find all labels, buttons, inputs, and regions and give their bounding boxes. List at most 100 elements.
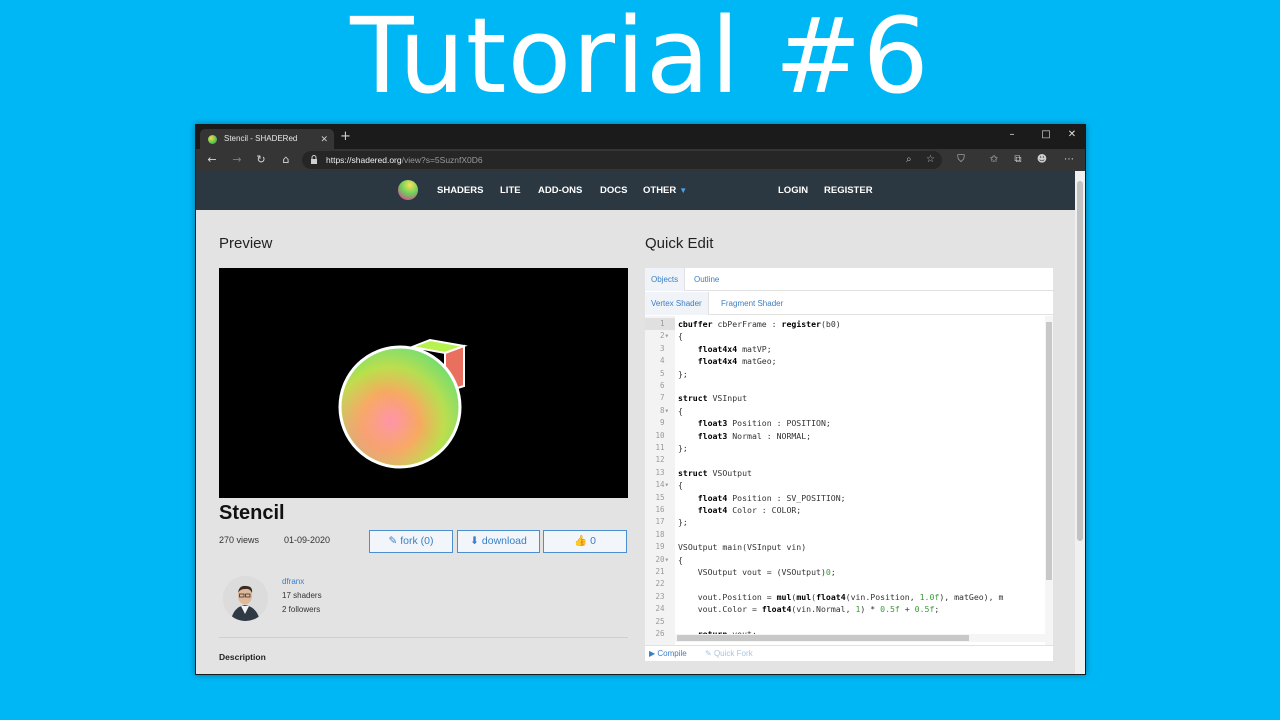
minimize-button[interactable]: – — [1005, 128, 1019, 142]
page-scroll-thumb[interactable] — [1077, 181, 1083, 541]
nav-shaders[interactable]: SHADERS — [437, 171, 483, 210]
code-line[interactable]: 15 float4 Position : SV_POSITION; — [645, 492, 1041, 504]
new-tab-button[interactable]: + — [340, 129, 351, 145]
line-number: 14▾ — [655, 480, 669, 490]
browser-window: Stencil - SHADERed ✕ + – □ ✕ ← → ↻ ⌂ htt… — [195, 124, 1086, 675]
home-icon[interactable]: ⌂ — [278, 152, 294, 168]
code-line[interactable]: 23 vout.Position = mul(mul(float4(vin.Po… — [645, 591, 1041, 603]
code-text: }; — [678, 443, 688, 453]
code-line[interactable]: 8▾ { — [645, 405, 1041, 417]
avatar[interactable] — [223, 576, 268, 621]
quick-fork-button[interactable]: ✎ Quick Fork — [705, 646, 753, 662]
favorites-icon[interactable]: ✩ — [986, 152, 1002, 168]
maximize-button[interactable]: □ — [1039, 128, 1053, 142]
code-horizontal-scrollbar[interactable] — [675, 634, 1045, 642]
code-text: }; — [678, 517, 688, 528]
address-bar[interactable]: https://shadered.org/view?s=5SuznfX0D6 ⌕… — [302, 151, 942, 169]
code-horizontal-thumb[interactable] — [677, 635, 969, 641]
code-line[interactable]: 17 }; — [645, 516, 1041, 528]
code-editor[interactable]: 1 cbuffer cbPerFrame : register(b0) 2▾{3 … — [645, 316, 1053, 645]
code-line[interactable]: 19 VSOutput main(VSInput vin) — [645, 541, 1041, 553]
code-vertical-scrollbar[interactable] — [1045, 316, 1053, 645]
code-line[interactable]: 16 float4 Color : COLOR; — [645, 504, 1041, 516]
nav-register[interactable]: REGISTER — [824, 171, 873, 210]
tab-outline[interactable]: Outline — [688, 268, 725, 291]
zoom-icon[interactable]: ⌕ — [906, 151, 912, 169]
code-line[interactable]: 18 — [645, 529, 1041, 541]
tab-close-icon[interactable]: ✕ — [320, 129, 328, 149]
line-number: 1 — [645, 318, 675, 331]
code-line[interactable]: 4 float4x4 matGeo; — [645, 355, 1041, 367]
profile-icon[interactable]: ☻ — [1034, 152, 1050, 168]
code-line[interactable]: 13 struct VSOutput — [645, 467, 1041, 479]
site-favicon-icon — [208, 135, 217, 144]
tab-fragment-shader[interactable]: Fragment Shader — [715, 292, 789, 315]
code-text: float4 Position : SV_POSITION; — [697, 492, 846, 503]
url-text: https://shadered.org/view?s=5SuznfX0D6 — [326, 155, 483, 165]
code-text: vout.Position = mul(mul(float4(vin.Posit… — [678, 591, 1004, 602]
nav-other[interactable]: OTHER ▼ — [643, 171, 687, 210]
preview-heading: Preview — [219, 235, 273, 252]
code-line[interactable]: 20▾ { — [645, 554, 1041, 566]
nav-docs[interactable]: DOCS — [600, 171, 627, 210]
browser-toolbar: ← → ↻ ⌂ https://shadered.org/view?s=5Suz… — [196, 149, 1085, 171]
code-text: vout.Color = float4(vin.Normal, 1) * 0.5… — [678, 604, 940, 615]
code-text: struct VSOutput — [678, 467, 752, 478]
code-line[interactable]: 9 float3 Position : POSITION; — [645, 417, 1041, 429]
code-line[interactable]: 22 — [645, 578, 1041, 590]
author-name-link[interactable]: dfranx — [282, 577, 304, 586]
line-number: 22 — [655, 579, 669, 589]
code-line[interactable]: 21 VSOutput vout = (VSOutput)0; — [645, 566, 1041, 578]
tab-objects[interactable]: Objects — [645, 268, 686, 291]
nav-login[interactable]: LOGIN — [778, 171, 808, 210]
code-text: { — [678, 480, 683, 491]
code-line[interactable]: 10 float3 Normal : NORMAL; — [645, 430, 1041, 442]
forward-arrow-icon[interactable]: → — [229, 152, 245, 168]
favorite-star-icon[interactable]: ☆ — [926, 151, 935, 169]
more-menu-icon[interactable]: ⋯ — [1061, 152, 1077, 168]
line-number: 15 — [655, 492, 669, 502]
code-line[interactable]: 5 }; — [645, 368, 1041, 380]
browser-tab[interactable]: Stencil - SHADERed ✕ — [200, 129, 334, 149]
shader-preview-canvas[interactable] — [219, 268, 628, 498]
nav-lite[interactable]: LITE — [500, 171, 521, 210]
line-number: 13 — [655, 467, 669, 477]
shadered-logo-icon[interactable] — [398, 180, 418, 200]
code-text: float4 Color : COLOR; — [697, 505, 802, 515]
close-window-button[interactable]: ✕ — [1065, 128, 1079, 142]
line-number: 25 — [655, 616, 669, 626]
line-number: 19 — [655, 542, 669, 552]
page-scrollbar[interactable] — [1075, 171, 1085, 674]
line-number: 21 — [655, 567, 669, 576]
code-line[interactable]: 6 — [645, 380, 1041, 392]
nav-add-ons[interactable]: ADD-ONS — [538, 171, 582, 210]
code-line[interactable]: 24 vout.Color = float4(vin.Normal, 1) * … — [645, 603, 1041, 615]
code-line[interactable]: 11 }; — [645, 442, 1041, 454]
line-number: 2▾ — [659, 331, 669, 341]
code-line[interactable]: 7 struct VSInput — [645, 392, 1041, 404]
tab-vertex-shader[interactable]: Vertex Shader — [645, 292, 709, 315]
extension-shield-icon[interactable]: ⛉ — [953, 152, 969, 168]
code-vertical-thumb[interactable] — [1046, 322, 1052, 580]
refresh-icon[interactable]: ↻ — [253, 152, 269, 168]
code-line[interactable]: 25 — [645, 616, 1041, 628]
line-number: 17 — [655, 517, 669, 527]
code-line[interactable]: 2▾ { — [645, 330, 1041, 342]
back-arrow-icon[interactable]: ← — [204, 152, 220, 168]
code-line[interactable]: 3 float4x4 matVP; — [645, 343, 1041, 355]
line-number: 6 — [659, 381, 669, 390]
like-button[interactable]: 👍 0 — [543, 530, 627, 553]
download-button[interactable]: ⬇ download — [457, 530, 540, 553]
line-number: 11 — [655, 443, 669, 452]
code-line[interactable]: 1 cbuffer cbPerFrame : register(b0) — [645, 318, 1041, 331]
code-line[interactable]: 12 — [645, 454, 1041, 466]
code-text: struct VSInput — [678, 393, 748, 404]
collections-icon[interactable]: ⧉ — [1010, 152, 1026, 168]
download-icon: ⬇ — [470, 535, 479, 547]
line-number: 23 — [655, 591, 669, 601]
code-line[interactable]: 14▾ { — [645, 479, 1041, 491]
fork-button[interactable]: ✎ fork (0) — [369, 530, 453, 553]
line-number: 20▾ — [655, 554, 669, 564]
compile-button[interactable]: ▶ Compile — [649, 646, 687, 662]
shader-name: Stencil — [219, 502, 285, 524]
